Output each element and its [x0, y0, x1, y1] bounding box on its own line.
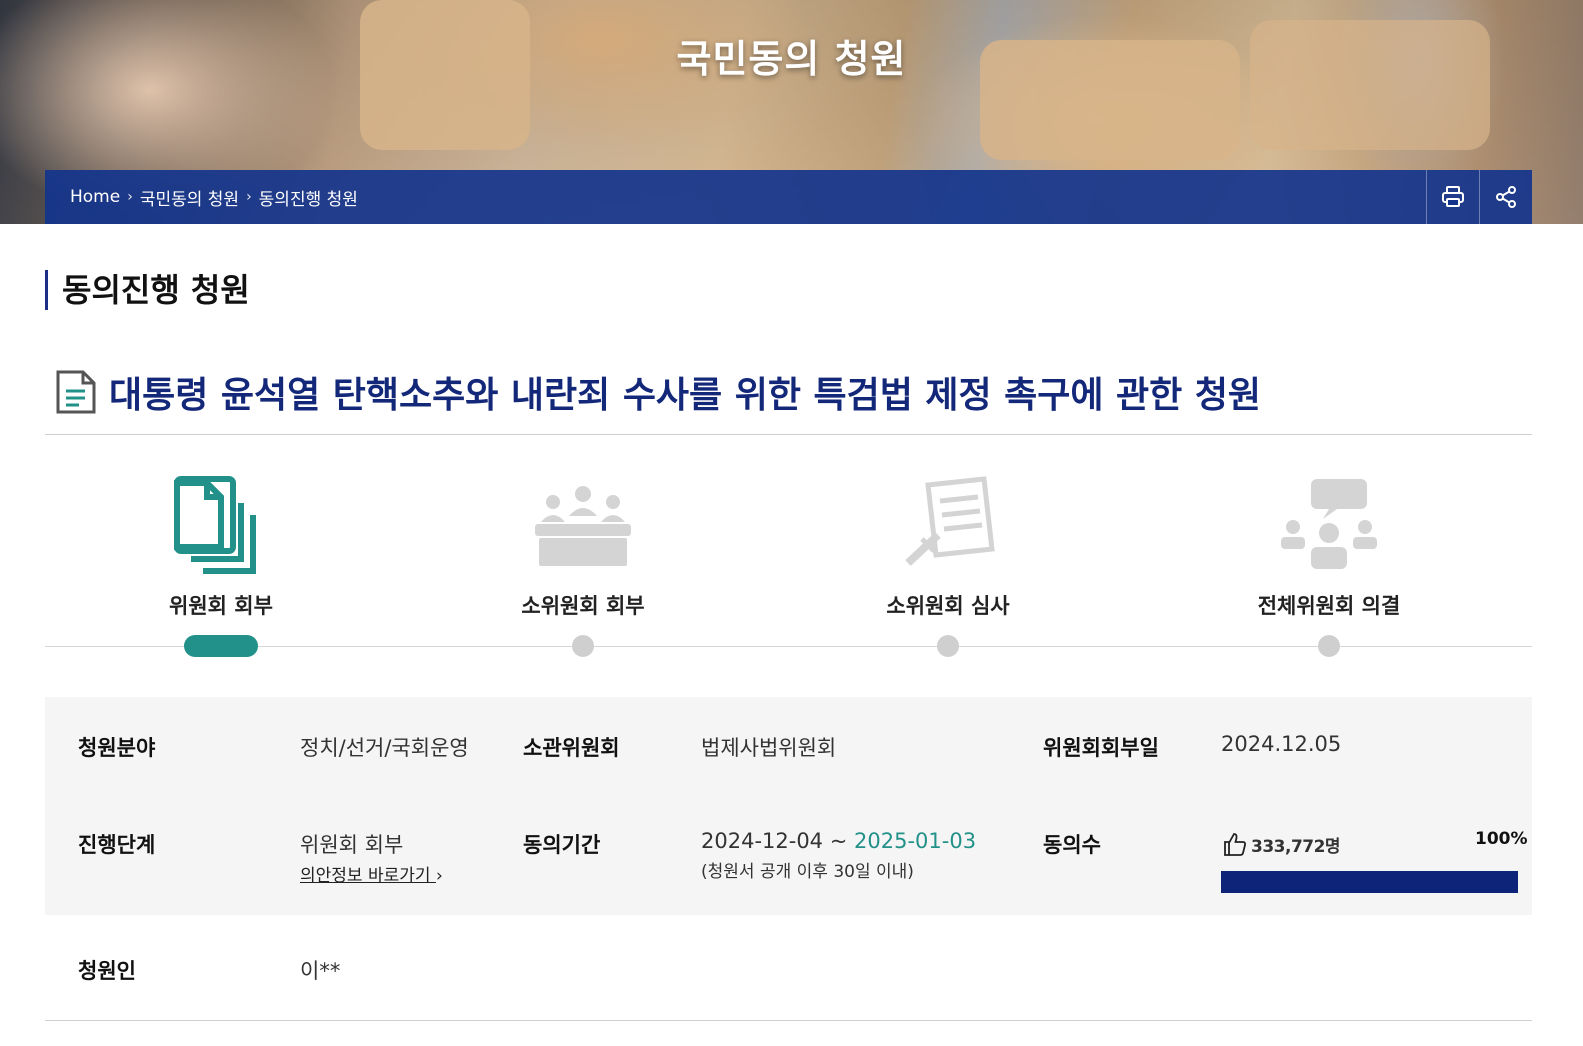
breadcrumb-item-petition[interactable]: 국민동의 청원 [140, 185, 239, 210]
petition-heading: 대통령 윤석열 탄핵소추와 내란죄 수사를 위한 특검법 제정 촉구에 관한 청… [55, 366, 1532, 418]
bill-info-link-label: 의안정보 바로가기 [300, 866, 431, 886]
thumbs-up-icon [1224, 833, 1246, 856]
discussion-icon [1281, 479, 1377, 569]
stage-label: 진행단계 [78, 833, 156, 857]
breadcrumb-home[interactable]: Home [70, 187, 120, 207]
print-icon [1442, 186, 1464, 207]
agree-progress-fill [1221, 871, 1518, 893]
hero-title: 국민동의 청원 [676, 37, 907, 81]
field-label: 청원분야 [78, 736, 156, 760]
chevron-right-icon: › [435, 866, 443, 886]
agree-percent: 100% [1475, 829, 1528, 849]
step-indicator [937, 635, 959, 657]
chevron-right-icon: › [246, 189, 252, 205]
print-button[interactable] [1426, 170, 1479, 224]
meeting-icon [535, 486, 631, 566]
period-end: 2025-01-03 [854, 829, 977, 853]
chevron-right-icon: › [127, 189, 133, 205]
step-indicator [572, 635, 594, 657]
period-label: 동의기간 [523, 833, 601, 857]
hero-banner: 국민동의 청원 Home › 국민동의 청원 › 동의진행 청원 [0, 0, 1583, 224]
agree-count-cell: 333,772명 [1223, 831, 1341, 857]
step-subcommittee-review: 소위원회 심사 [828, 470, 1068, 657]
step-indicator-active [184, 635, 258, 657]
referral-date-label: 위원회회부일 [1043, 736, 1159, 760]
stage-cell: 위원회 회부 의안정보 바로가기 › [300, 829, 443, 886]
divider [45, 434, 1532, 435]
agree-count: 333,772명 [1251, 836, 1341, 857]
step-subcommittee-referral: 소위원회 회부 [463, 470, 703, 657]
period-cell: 2024-12-04 ~ 2025-01-03 (청원서 공개 이후 30일 이… [701, 829, 976, 882]
step-full-committee-vote: 전체위원회 의결 [1209, 470, 1449, 657]
step-committee-referral: 위원회 회부 [101, 470, 341, 657]
petitioner-value: 이** [300, 959, 341, 983]
referral-date-value: 2024.12.05 [1221, 732, 1342, 756]
stage-value: 위원회 회부 [300, 833, 404, 857]
bill-info-link[interactable]: 의안정보 바로가기 › [300, 861, 443, 886]
petition-info-table: 청원분야 정치/선거/국회운영 소관위원회 법제사법위원회 위원회회부일 202… [45, 697, 1532, 915]
petitioner-label: 청원인 [78, 959, 136, 983]
petition-title: 대통령 윤석열 탄핵소추와 내란죄 수사를 위한 특검법 제정 촉구에 관한 청… [109, 375, 1262, 416]
share-button[interactable] [1479, 170, 1532, 224]
breadcrumb-item-current[interactable]: 동의진행 청원 [259, 185, 358, 210]
step-label: 소위원회 심사 [886, 594, 1010, 618]
step-label: 전체위원회 의결 [1257, 594, 1401, 618]
documents-icon [174, 476, 256, 574]
agree-progress-bar [1221, 871, 1518, 893]
period-note: (청원서 공개 이후 30일 이내) [701, 862, 914, 882]
period-start: 2024-12-04 ~ [701, 829, 848, 853]
page-title: 동의진행 청원 [45, 270, 250, 310]
share-icon [1496, 186, 1516, 208]
step-label: 위원회 회부 [169, 594, 273, 618]
breadcrumb: Home › 국민동의 청원 › 동의진행 청원 [45, 185, 1426, 210]
agree-label: 동의수 [1043, 833, 1101, 857]
progress-track [45, 646, 1532, 647]
divider [45, 1020, 1532, 1021]
document-icon [56, 370, 96, 414]
committee-value: 법제사법위원회 [701, 736, 837, 760]
step-label: 소위원회 회부 [521, 594, 645, 618]
step-indicator [1318, 635, 1340, 657]
field-value: 정치/선거/국회운영 [300, 736, 469, 760]
committee-label: 소관위원회 [523, 736, 620, 760]
review-icon [905, 476, 995, 566]
breadcrumb-bar: Home › 국민동의 청원 › 동의진행 청원 [45, 170, 1532, 224]
